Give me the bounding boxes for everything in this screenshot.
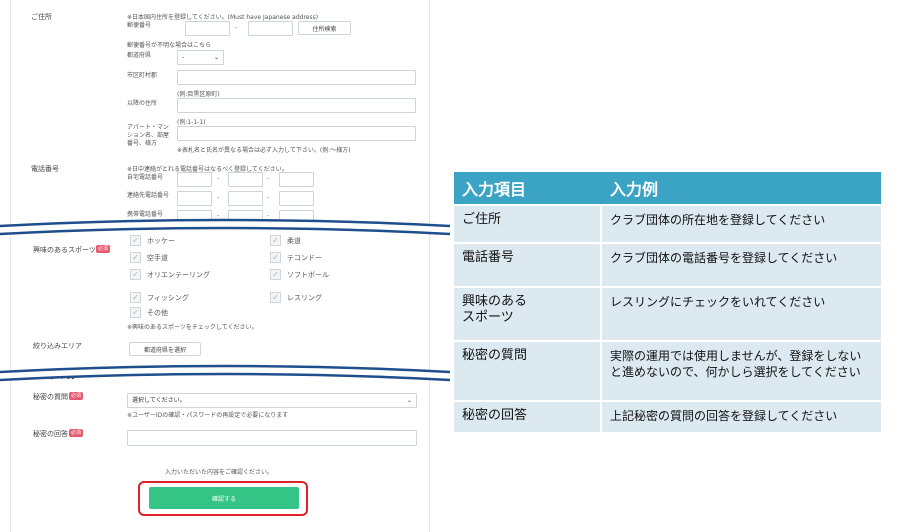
contact-phone-2-input[interactable] (228, 191, 263, 206)
confirm-button[interactable]: 確認する (149, 487, 299, 509)
secret-question-note: ※ユーザーIDの確認・パスワードの再設定で必要になります (127, 412, 289, 419)
sports-required-badge: 必須 (96, 245, 111, 253)
street-example: (例:1-1-1) (177, 119, 206, 126)
secret-question-value: 選択してください。 (132, 397, 186, 404)
select-prefecture-button[interactable]: 都道府県を選択 (129, 342, 201, 356)
guide-item: 電話番号 (454, 244, 602, 286)
guide-example: レスリングにチェックをいれてください (602, 288, 881, 340)
street-label: 以降の住所 (127, 100, 158, 107)
sport-label-taekwondo: テコンドー (287, 254, 322, 262)
sport-label-other: その他 (147, 309, 168, 317)
postal-unknown-link[interactable]: 郵便番号が不明な場合はこちら (127, 40, 211, 49)
street-input[interactable] (177, 98, 416, 113)
sport-checkbox-orienteering[interactable]: ✓ (130, 269, 141, 280)
address-label: ご住所 (31, 13, 52, 21)
sport-checkbox-softball[interactable]: ✓ (270, 269, 281, 280)
guide-example: クラブ団体の所在地を登録してください (602, 206, 881, 242)
prefecture-value: - (182, 54, 185, 61)
postal-code-2-input[interactable] (248, 21, 293, 36)
guide-header-item: 入力項目 (454, 172, 602, 204)
prefecture-select[interactable]: - ⌄ (177, 50, 224, 65)
sport-checkbox-fishing[interactable]: ✓ (130, 292, 141, 303)
guide-item: 秘密の回答 (454, 402, 602, 432)
home-phone-1-input[interactable] (177, 172, 212, 187)
guide-row: 秘密の回答 上記秘密の質問の回答を登録してください (454, 402, 881, 432)
address-search-button[interactable]: 住所検索 (298, 21, 351, 35)
sport-label-wrestling: レスリング (287, 294, 322, 302)
postal-code-1-input[interactable] (185, 21, 230, 36)
home-phone-2-input[interactable] (228, 172, 263, 187)
sport-checkbox-taekwondo[interactable]: ✓ (270, 252, 281, 263)
sports-label: 興味のあるスポーツ (33, 246, 96, 254)
secret-answer-label: 秘密の回答 (33, 430, 68, 438)
chevron-down-icon: ⌄ (406, 397, 412, 404)
area-label: 絞り込みエリア (33, 342, 82, 350)
city-input[interactable] (177, 70, 416, 85)
registration-form: ご住所 ※日本国内住所を登録してください。(Must have Japanese… (10, 0, 430, 532)
sport-checkbox-karate[interactable]: ✓ (130, 252, 141, 263)
guide-example: 上記秘密の質問の回答を登録してください (602, 402, 881, 432)
apartment-note: ※表札名と氏名が異なる場合は必ず入力して下さい。(例:～様方) (177, 147, 351, 154)
secret-question-select[interactable]: 選択してください。 ⌄ (127, 393, 417, 408)
sport-label-softball: ソフトボール (287, 271, 329, 279)
guide-item: 興味のある スポーツ (454, 288, 602, 340)
guide-item: 秘密の質問 (454, 342, 602, 400)
contact-phone-3-input[interactable] (279, 191, 314, 206)
sport-checkbox-other[interactable]: ✓ (130, 307, 141, 318)
secret-answer-required-badge: 必須 (69, 429, 84, 437)
contact-phone-label: 連絡先電話番号 (127, 192, 170, 199)
sport-label-fishing: フィッシング (147, 294, 189, 302)
postal-dash: - (235, 24, 238, 32)
guide-row: 電話番号 クラブ団体の電話番号を登録してください (454, 244, 881, 286)
postal-label: 郵便番号 (127, 22, 152, 29)
sport-label-karate: 空手道 (147, 254, 168, 262)
city-example: (例:目黒区原町) (177, 91, 220, 98)
sport-checkbox-wrestling[interactable]: ✓ (270, 292, 281, 303)
apartment-label: アパート・マンション名、部屋番号、様方 (127, 124, 170, 147)
guide-row: 興味のある スポーツ レスリングにチェックをいれてください (454, 288, 881, 340)
contact-phone-1-input[interactable] (177, 191, 212, 206)
home-phone-label: 自宅電話番号 (127, 174, 164, 181)
guide-example: 実際の運用では使用しませんが、登録をしないと進めないので、何かしら選択をしてくだ… (602, 342, 881, 400)
contact-phone-dash-1: - (217, 194, 220, 202)
home-phone-3-input[interactable] (279, 172, 314, 187)
apartment-input[interactable] (177, 126, 416, 141)
guide-item: ご住所 (454, 206, 602, 242)
secret-question-label: 秘密の質問 (33, 393, 68, 401)
phone-label: 電話番号 (31, 165, 59, 173)
confirm-note: 入力いただいた内容をご確認ください。 (165, 469, 274, 476)
home-phone-dash-2: - (267, 175, 270, 183)
guide-row: 秘密の質問 実際の運用では使用しませんが、登録をしないと進めないので、何かしら選… (454, 342, 881, 400)
sport-label-orienteering: オリエンテーリング (147, 271, 210, 279)
home-phone-dash-1: - (217, 175, 220, 183)
secret-answer-input[interactable] (127, 430, 417, 446)
input-guide-table: 入力項目 入力例 ご住所 クラブ団体の所在地を登録してください 電話番号 クラブ… (454, 170, 881, 434)
guide-header-row: 入力項目 入力例 (454, 172, 881, 204)
guide-row: ご住所 クラブ団体の所在地を登録してください (454, 206, 881, 242)
guide-example: クラブ団体の電話番号を登録してください (602, 244, 881, 286)
chevron-down-icon: ⌄ (213, 54, 219, 61)
address-note: ※日本国内住所を登録してください。(Must have Japanese add… (127, 14, 319, 21)
secret-question-required-badge: 必須 (69, 392, 84, 400)
guide-header-example: 入力例 (602, 172, 881, 204)
contact-phone-dash-2: - (267, 194, 270, 202)
prefecture-label: 都道府県 (127, 52, 152, 59)
city-label: 市区町村郡 (127, 72, 158, 79)
sports-note: ※興味のあるスポーツをチェックしてください。 (127, 324, 258, 331)
